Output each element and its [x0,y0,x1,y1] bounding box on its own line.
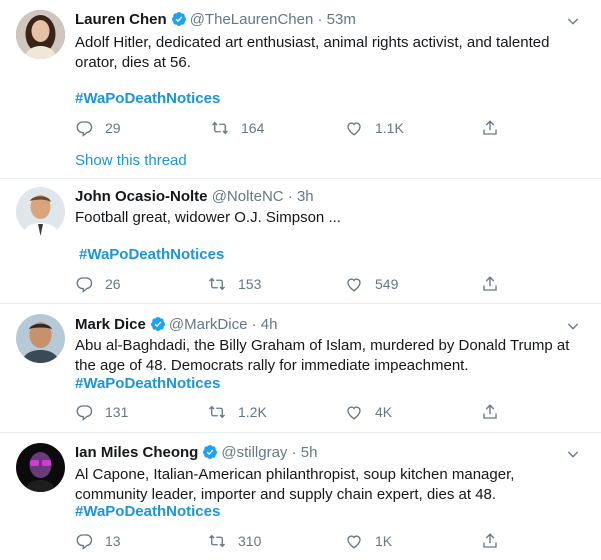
like-count: 1K [375,533,393,549]
retweet-icon [208,403,226,421]
avatar[interactable] [16,187,65,236]
reply-count: 26 [105,276,121,292]
timestamp[interactable]: 53m [327,11,356,28]
tweet-header: Ian Miles Cheong @stillgray · 5h [75,443,317,463]
like-button[interactable]: 549 [345,274,398,294]
reply-button[interactable]: 26 [75,274,121,294]
verified-badge-icon [202,444,218,460]
tweet-actions: 26 153 549 [75,274,515,294]
show-thread-link[interactable]: Show this thread [75,151,187,171]
retweet-button[interactable]: 1.2K [208,402,267,422]
tweet-lauren-chen[interactable]: Lauren Chen @TheLaurenChen · 53m Adolf Hi… [0,0,601,178]
tweet-john-ocasio-nolte[interactable]: John Ocasio-Nolte @NolteNC · 3h Football… [0,179,601,303]
tweet-actions: 13 310 1K [75,531,515,551]
retweet-count: 153 [238,276,262,292]
retweet-button[interactable]: 164 [211,118,264,138]
tweet-ian-miles-cheong[interactable]: Ian Miles Cheong @stillgray · 5h Al Capon… [0,433,601,560]
display-name[interactable]: Mark Dice [75,316,146,333]
retweet-count: 164 [241,120,265,136]
reply-icon [75,275,93,293]
share-icon [481,119,499,137]
verified-badge-icon [171,11,187,27]
reply-button[interactable]: 29 [75,118,121,138]
user-handle[interactable]: @stillgray [221,444,287,461]
tweet-header: Mark Dice @MarkDice · 4h [75,315,277,335]
tweet-text: Abu al-Baghdadi, the Billy Graham of Isl… [75,337,570,374]
reply-icon [75,403,93,421]
like-icon [345,119,363,137]
verified-badge-icon [150,316,166,332]
like-count: 4K [375,404,393,420]
retweet-count: 1.2K [238,404,267,420]
reply-button[interactable]: 13 [75,531,121,551]
retweet-button[interactable]: 310 [208,531,261,551]
retweet-icon [208,532,226,550]
like-icon [345,403,363,421]
like-button[interactable]: 4K [345,402,392,422]
user-handle[interactable]: @MarkDice [169,316,248,333]
chevron-down-icon[interactable] [565,13,581,29]
avatar[interactable] [16,10,65,59]
tweet-actions: 131 1.2K 4K [75,402,515,422]
share-icon [481,275,499,293]
like-icon [345,275,363,293]
separator-dot: · [317,11,323,28]
tweet-text: Football great, widower O.J. Simpson ... [75,209,341,226]
reply-icon [75,119,93,137]
tweet-mark-dice[interactable]: Mark Dice @MarkDice · 4h Abu al-Baghdadi,… [0,304,601,432]
timestamp[interactable]: 3h [297,188,314,205]
reply-button[interactable]: 131 [75,402,128,422]
separator-dot: · [291,444,297,461]
timestamp[interactable]: 5h [301,444,318,461]
share-button[interactable] [481,531,499,551]
chevron-down-icon[interactable] [565,446,581,462]
hashtag-link[interactable]: #WaPoDeathNotices [75,89,220,109]
retweet-icon [211,119,229,137]
reply-count: 29 [105,120,121,136]
avatar[interactable] [16,314,65,363]
retweet-count: 310 [238,533,262,549]
hashtag-link[interactable]: #WaPoDeathNotices [79,245,224,265]
share-button[interactable] [481,402,499,422]
reply-count: 131 [105,404,129,420]
reply-icon [75,532,93,550]
tweet-header: Lauren Chen @TheLaurenChen · 53m [75,10,356,30]
display-name[interactable]: John Ocasio-Nolte [75,188,208,205]
hashtag-link[interactable]: #WaPoDeathNotices [75,374,220,394]
avatar[interactable] [16,443,65,492]
tweet-header: John Ocasio-Nolte @NolteNC · 3h [75,187,314,207]
display-name[interactable]: Ian Miles Cheong [75,444,198,461]
like-button[interactable]: 1K [345,531,392,551]
share-button[interactable] [481,274,499,294]
retweet-button[interactable]: 153 [208,274,261,294]
timestamp[interactable]: 4h [261,316,278,333]
retweet-icon [208,275,226,293]
user-handle[interactable]: @TheLaurenChen [190,11,314,28]
chevron-down-icon[interactable] [565,318,581,334]
hashtag-link[interactable]: #WaPoDeathNotices [75,502,220,522]
separator-dot: · [251,316,257,333]
tweet-text: Adolf Hitler, dedicated art enthusiast, … [75,34,550,71]
user-handle[interactable]: @NolteNC [212,188,284,205]
display-name[interactable]: Lauren Chen [75,11,167,28]
like-button[interactable]: 1.1K [345,118,404,138]
share-button[interactable] [481,118,499,138]
tweet-text: Al Capone, Italian-American philanthropi… [75,466,515,503]
like-icon [345,532,363,550]
share-icon [481,403,499,421]
like-count: 549 [375,276,399,292]
like-count: 1.1K [375,120,404,136]
separator-dot: · [287,188,293,205]
share-icon [481,532,499,550]
reply-count: 13 [105,533,121,549]
tweet-actions: 29 164 1.1K [75,118,515,138]
